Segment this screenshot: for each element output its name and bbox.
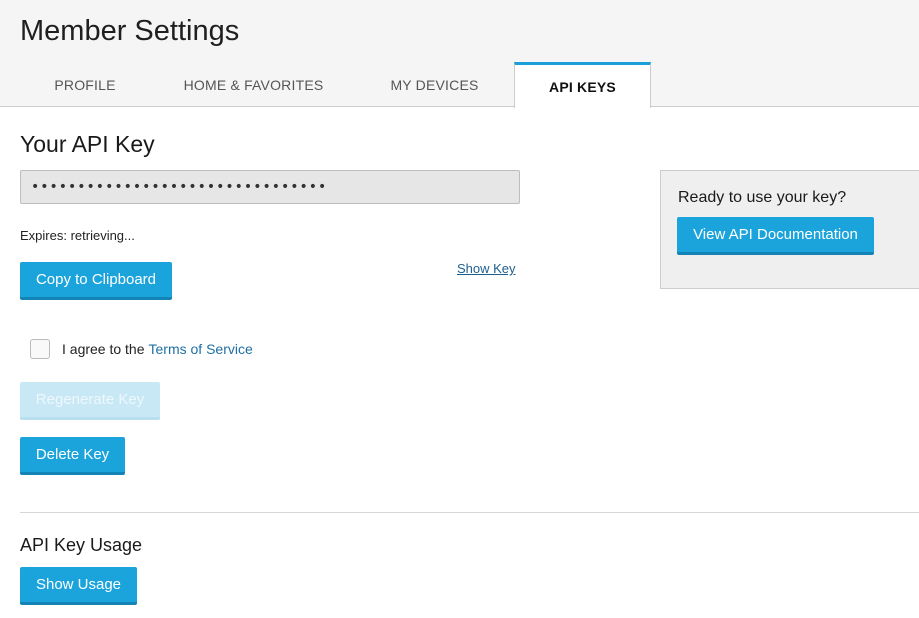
expires-text: Expires: retrieving... (20, 228, 135, 243)
view-api-documentation-button[interactable]: View API Documentation (677, 217, 874, 255)
documentation-prompt: Ready to use your key? (678, 189, 847, 206)
tab-home-favorites[interactable]: HOME & FAVORITES (165, 62, 342, 107)
tab-api-keys[interactable]: API KEYS (514, 62, 651, 108)
terms-agreement-row: I agree to the Terms of Service (30, 338, 253, 360)
agree-label: I agree to the (62, 341, 145, 357)
documentation-panel: Ready to use your key? View API Document… (660, 170, 919, 289)
section-divider (20, 512, 919, 513)
copy-to-clipboard-button[interactable]: Copy to Clipboard (20, 262, 172, 300)
page-header: Member Settings PROFILE HOME & FAVORITES… (0, 0, 919, 108)
tab-my-devices[interactable]: MY DEVICES (362, 62, 507, 107)
tab-profile[interactable]: PROFILE (20, 62, 150, 107)
page-title: Member Settings (20, 15, 240, 47)
agree-terms-checkbox[interactable] (30, 339, 50, 359)
api-key-field[interactable]: •••••••••••••••••••••••••••••••• (20, 170, 520, 204)
regenerate-key-button[interactable]: Regenerate Key (20, 382, 160, 420)
terms-of-service-link[interactable]: Terms of Service (149, 341, 253, 357)
show-key-link[interactable]: Show Key (457, 261, 516, 276)
api-key-usage-title: API Key Usage (20, 535, 143, 555)
tab-bar: PROFILE HOME & FAVORITES MY DEVICES API … (0, 62, 919, 108)
delete-key-button[interactable]: Delete Key (20, 437, 125, 475)
show-usage-button[interactable]: Show Usage (20, 567, 137, 605)
api-key-section-title: Your API Key (20, 131, 155, 157)
